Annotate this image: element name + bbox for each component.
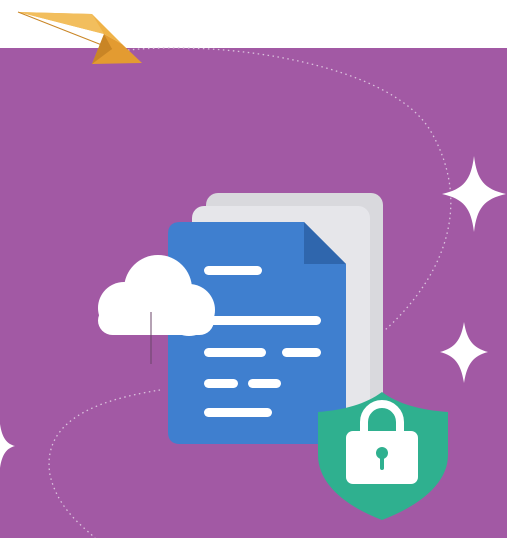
document-security-illustration: [0, 11, 506, 538]
paper-plane-icon: [17, 11, 142, 64]
security-illustration-page: [0, 0, 507, 538]
dotted-lower-path: [48, 389, 161, 538]
shield-lock-icon: [318, 392, 448, 520]
sparkle-icon: [440, 322, 488, 383]
sparkle-icon: [442, 156, 506, 232]
sparkle-icon: [0, 424, 15, 468]
